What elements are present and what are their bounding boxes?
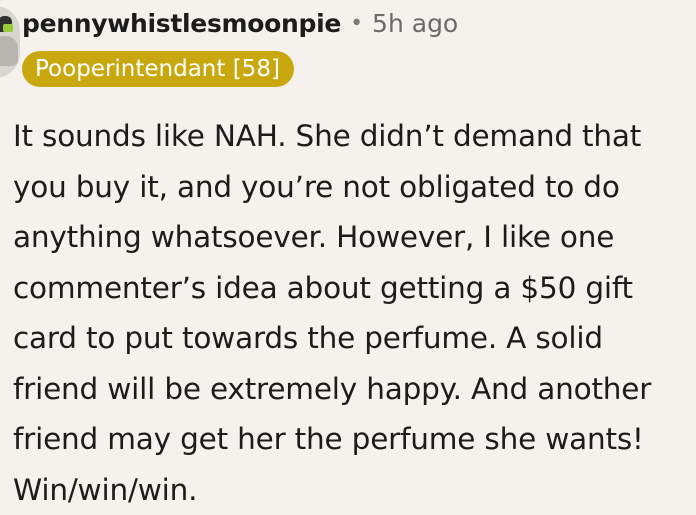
comment: pennywhistlesmoonpie • 5h ago Pooperinte… bbox=[0, 0, 696, 511]
username-link[interactable]: pennywhistlesmoonpie bbox=[22, 9, 341, 38]
user-flair-badge: Pooperintendant [58] bbox=[22, 51, 294, 87]
comment-body: It sounds like NAH. She didn’t demand th… bbox=[13, 119, 652, 507]
timestamp[interactable]: 5h ago bbox=[372, 9, 458, 38]
meta-separator: • bbox=[350, 10, 364, 36]
avatar-body bbox=[0, 36, 18, 66]
avatar-accent bbox=[3, 24, 13, 32]
comment-meta: pennywhistlesmoonpie • 5h ago bbox=[22, 2, 458, 44]
user-avatar-icon[interactable] bbox=[0, 6, 20, 78]
